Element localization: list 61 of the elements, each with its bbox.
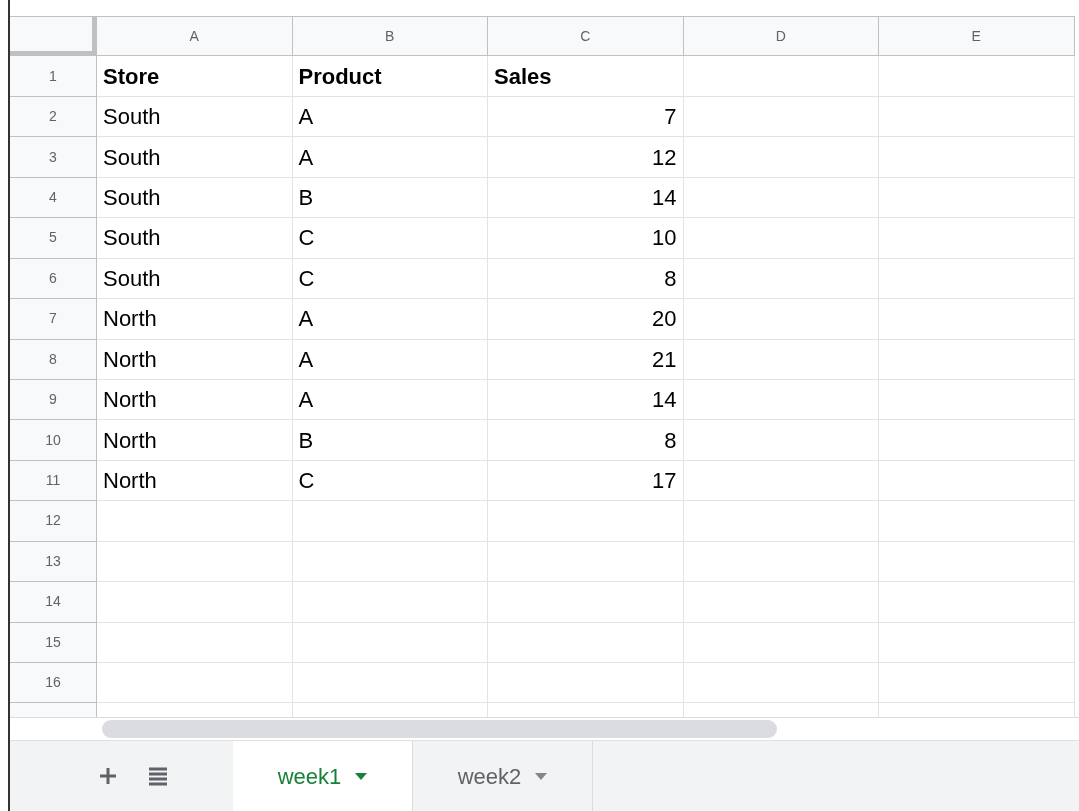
table-cell: North bbox=[97, 339, 293, 380]
table-cell: 20 bbox=[488, 299, 684, 340]
add-sheet-button[interactable] bbox=[98, 766, 118, 786]
row-header[interactable]: 8 bbox=[10, 339, 97, 380]
column-header[interactable]: E bbox=[879, 16, 1075, 57]
table-cell: South bbox=[97, 258, 293, 300]
table-cell: A bbox=[292, 299, 488, 340]
table-cell: North bbox=[97, 299, 293, 340]
table-cell: Sales bbox=[488, 56, 684, 97]
row-header[interactable]: 2 bbox=[10, 96, 97, 138]
table-cell: C bbox=[292, 218, 488, 259]
row-header[interactable]: 6 bbox=[10, 258, 97, 300]
table-cell: North bbox=[97, 420, 293, 461]
table-cell: 8 bbox=[488, 258, 684, 300]
table-cell: 21 bbox=[488, 339, 684, 380]
table-cell: B bbox=[292, 177, 488, 219]
column-header[interactable]: A bbox=[97, 16, 293, 57]
row-header[interactable]: 15 bbox=[10, 622, 97, 663]
select-all-corner[interactable] bbox=[10, 16, 97, 57]
sheet-tab[interactable]: week1 bbox=[233, 741, 413, 811]
column-header[interactable]: B bbox=[292, 16, 488, 57]
table-cell: 7 bbox=[488, 96, 684, 138]
table-cell: 14 bbox=[488, 379, 684, 421]
row-header[interactable]: 9 bbox=[10, 379, 97, 421]
column-header[interactable]: D bbox=[683, 16, 879, 57]
scrollbar-thumb[interactable] bbox=[102, 720, 777, 738]
table-cell: A bbox=[292, 339, 488, 380]
table-cell: 17 bbox=[488, 460, 684, 502]
row-header[interactable]: 13 bbox=[10, 541, 97, 583]
table-cell: South bbox=[97, 177, 293, 219]
row-header[interactable]: 14 bbox=[10, 582, 97, 623]
row-header[interactable]: 10 bbox=[10, 420, 97, 461]
row-header[interactable]: 1 bbox=[10, 56, 97, 97]
table-cell: Store bbox=[97, 56, 293, 97]
table-cell: C bbox=[292, 258, 488, 300]
table-cell: South bbox=[97, 96, 293, 138]
row-header[interactable]: 16 bbox=[10, 663, 97, 704]
dropdown-caret-icon bbox=[355, 772, 368, 780]
table-cell: Product bbox=[292, 56, 488, 97]
table-cell: 8 bbox=[488, 420, 684, 461]
table-cell: North bbox=[97, 379, 293, 421]
dropdown-caret-icon bbox=[535, 772, 548, 780]
all-sheets-button[interactable] bbox=[148, 766, 168, 786]
column-header[interactable]: C bbox=[488, 16, 684, 57]
table-cell: South bbox=[97, 218, 293, 259]
table-cell: North bbox=[97, 460, 293, 502]
table-cell: 12 bbox=[488, 137, 684, 178]
row-header[interactable]: 4 bbox=[10, 177, 97, 219]
row-header[interactable]: 7 bbox=[10, 299, 97, 340]
table-cell: A bbox=[292, 379, 488, 421]
row-header[interactable]: 12 bbox=[10, 501, 97, 542]
table-cell: B bbox=[292, 420, 488, 461]
row-header[interactable]: 3 bbox=[10, 137, 97, 178]
table-cell: 10 bbox=[488, 218, 684, 259]
table-cell: A bbox=[292, 137, 488, 178]
table-cell: A bbox=[292, 96, 488, 138]
table-cell: 14 bbox=[488, 177, 684, 219]
row-header[interactable]: 5 bbox=[10, 218, 97, 259]
row-header[interactable]: 11 bbox=[10, 460, 97, 502]
table-cell: C bbox=[292, 460, 488, 502]
table-cell: South bbox=[97, 137, 293, 178]
